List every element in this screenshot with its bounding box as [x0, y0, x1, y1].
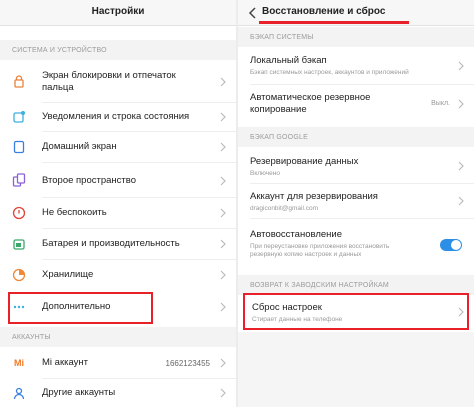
empty-area — [238, 332, 474, 407]
settings-item-home-screen[interactable]: Домашний экран — [0, 132, 236, 162]
settings-item-label: Батарея и производительность — [42, 238, 180, 249]
settings-pane: Настройки СИСТЕМА И УСТРОЙСТВО Экран бло… — [0, 0, 236, 407]
section-header-system-backup: БЭКАП СИСТЕМЫ — [238, 27, 474, 47]
section-header-google-backup: БЭКАП GOOGLE — [238, 127, 474, 147]
settings-item-battery[interactable]: Батарея и производительность — [0, 229, 236, 259]
chevron-right-icon — [220, 302, 226, 312]
auto-backup-label: Автоматическое резервное копирование — [250, 92, 371, 115]
data-backup-status: Включено — [250, 170, 280, 177]
auto-backup-item[interactable]: Автоматическое резервное копирование Вык… — [238, 85, 474, 123]
auto-restore-toggle[interactable] — [440, 239, 462, 251]
settings-header: Настройки — [0, 0, 236, 26]
settings-item-do-not-disturb[interactable]: Не беспокоить — [0, 198, 236, 228]
settings-item-label: Хранилище — [42, 269, 94, 280]
title-highlight-underline — [259, 21, 409, 24]
back-arrow-icon[interactable] — [247, 6, 259, 20]
mi-icon: Mi — [14, 358, 24, 368]
auto-restore-label: Автовосстановление — [250, 229, 342, 240]
notification-icon — [13, 111, 25, 123]
settings-item-mi-account[interactable]: Mi Mi аккаунт 1662123455 — [0, 348, 236, 378]
settings-item-notifications[interactable]: Уведомления и строка состояния — [0, 103, 236, 131]
do-not-disturb-icon — [12, 206, 26, 220]
lock-icon — [14, 75, 24, 88]
chevron-right-icon — [458, 99, 464, 109]
local-backup-description: Бэкап системных настроек, аккаунтов и пр… — [250, 69, 409, 76]
section-header-accounts: АККАУНТЫ — [0, 327, 236, 347]
chevron-right-icon — [220, 270, 226, 280]
backup-account-email: dragiconbit@gmail.com — [250, 205, 319, 212]
settings-item-storage[interactable]: Хранилище — [0, 260, 236, 290]
backup-reset-header: Восстановление и сброс — [238, 0, 474, 26]
local-backup-label: Локальный бэкап — [250, 55, 327, 66]
settings-item-label: Другие аккаунты — [42, 387, 116, 398]
mi-account-id: 1662123455 — [165, 359, 211, 368]
chevron-right-icon — [220, 77, 226, 87]
settings-item-other-accounts[interactable]: Другие аккаунты — [0, 379, 236, 407]
chevron-right-icon — [220, 112, 226, 122]
section-header-factory-reset: ВОЗВРАТ К ЗАВОДСКИМ НАСТРОЙКАМ — [238, 275, 474, 295]
backup-account-item[interactable]: Аккаунт для резервирования dragiconbit@g… — [238, 184, 474, 218]
settings-item-label: Уведомления и строка состояния — [42, 111, 190, 122]
chevron-right-icon — [220, 358, 226, 368]
auto-restore-description: При переустановке приложения восстановит… — [250, 243, 390, 258]
section-header-system: СИСТЕМА И УСТРОЙСТВО — [0, 40, 236, 60]
chevron-right-icon — [220, 239, 226, 249]
storage-icon — [12, 268, 26, 282]
chevron-right-icon — [458, 61, 464, 71]
backup-reset-pane: Восстановление и сброс БЭКАП СИСТЕМЫ Лок… — [238, 0, 474, 407]
settings-item-lock-screen[interactable]: Экран блокировки и отпечаток пальца — [0, 62, 236, 102]
page-title: Восстановление и сброс — [262, 6, 386, 17]
backup-account-label: Аккаунт для резервирования — [250, 191, 378, 202]
battery-icon — [13, 239, 25, 250]
chevron-right-icon — [458, 196, 464, 206]
data-backup-item[interactable]: Резервирование данных Включено — [238, 149, 474, 183]
chevron-right-icon — [220, 142, 226, 152]
settings-item-label: Домашний экран — [42, 141, 117, 152]
data-backup-label: Резервирование данных — [250, 156, 359, 167]
settings-item-second-space[interactable]: Второе пространство — [0, 163, 236, 197]
toggle-knob — [451, 240, 461, 250]
local-backup-item[interactable]: Локальный бэкап Бэкап системных настроек… — [238, 48, 474, 84]
auto-backup-status: Выкл. — [431, 100, 450, 107]
page-title: Настройки — [91, 6, 145, 17]
accounts-icon — [13, 387, 25, 400]
chevron-right-icon — [220, 176, 226, 186]
highlight-box-factory-reset — [243, 293, 469, 330]
settings-item-label: Экран блокировки и отпечаток пальца — [42, 70, 176, 93]
chevron-right-icon — [220, 388, 226, 398]
auto-restore-item[interactable]: Автовосстановление При переустановке при… — [238, 219, 474, 269]
highlight-box-additional — [8, 292, 153, 324]
second-space-icon — [12, 173, 26, 187]
settings-item-label: Mi аккаунт — [42, 357, 88, 368]
settings-item-label: Не беспокоить — [42, 207, 107, 218]
home-icon — [13, 140, 25, 154]
chevron-right-icon — [458, 161, 464, 171]
settings-item-label: Второе пространство — [42, 175, 136, 186]
chevron-right-icon — [220, 208, 226, 218]
